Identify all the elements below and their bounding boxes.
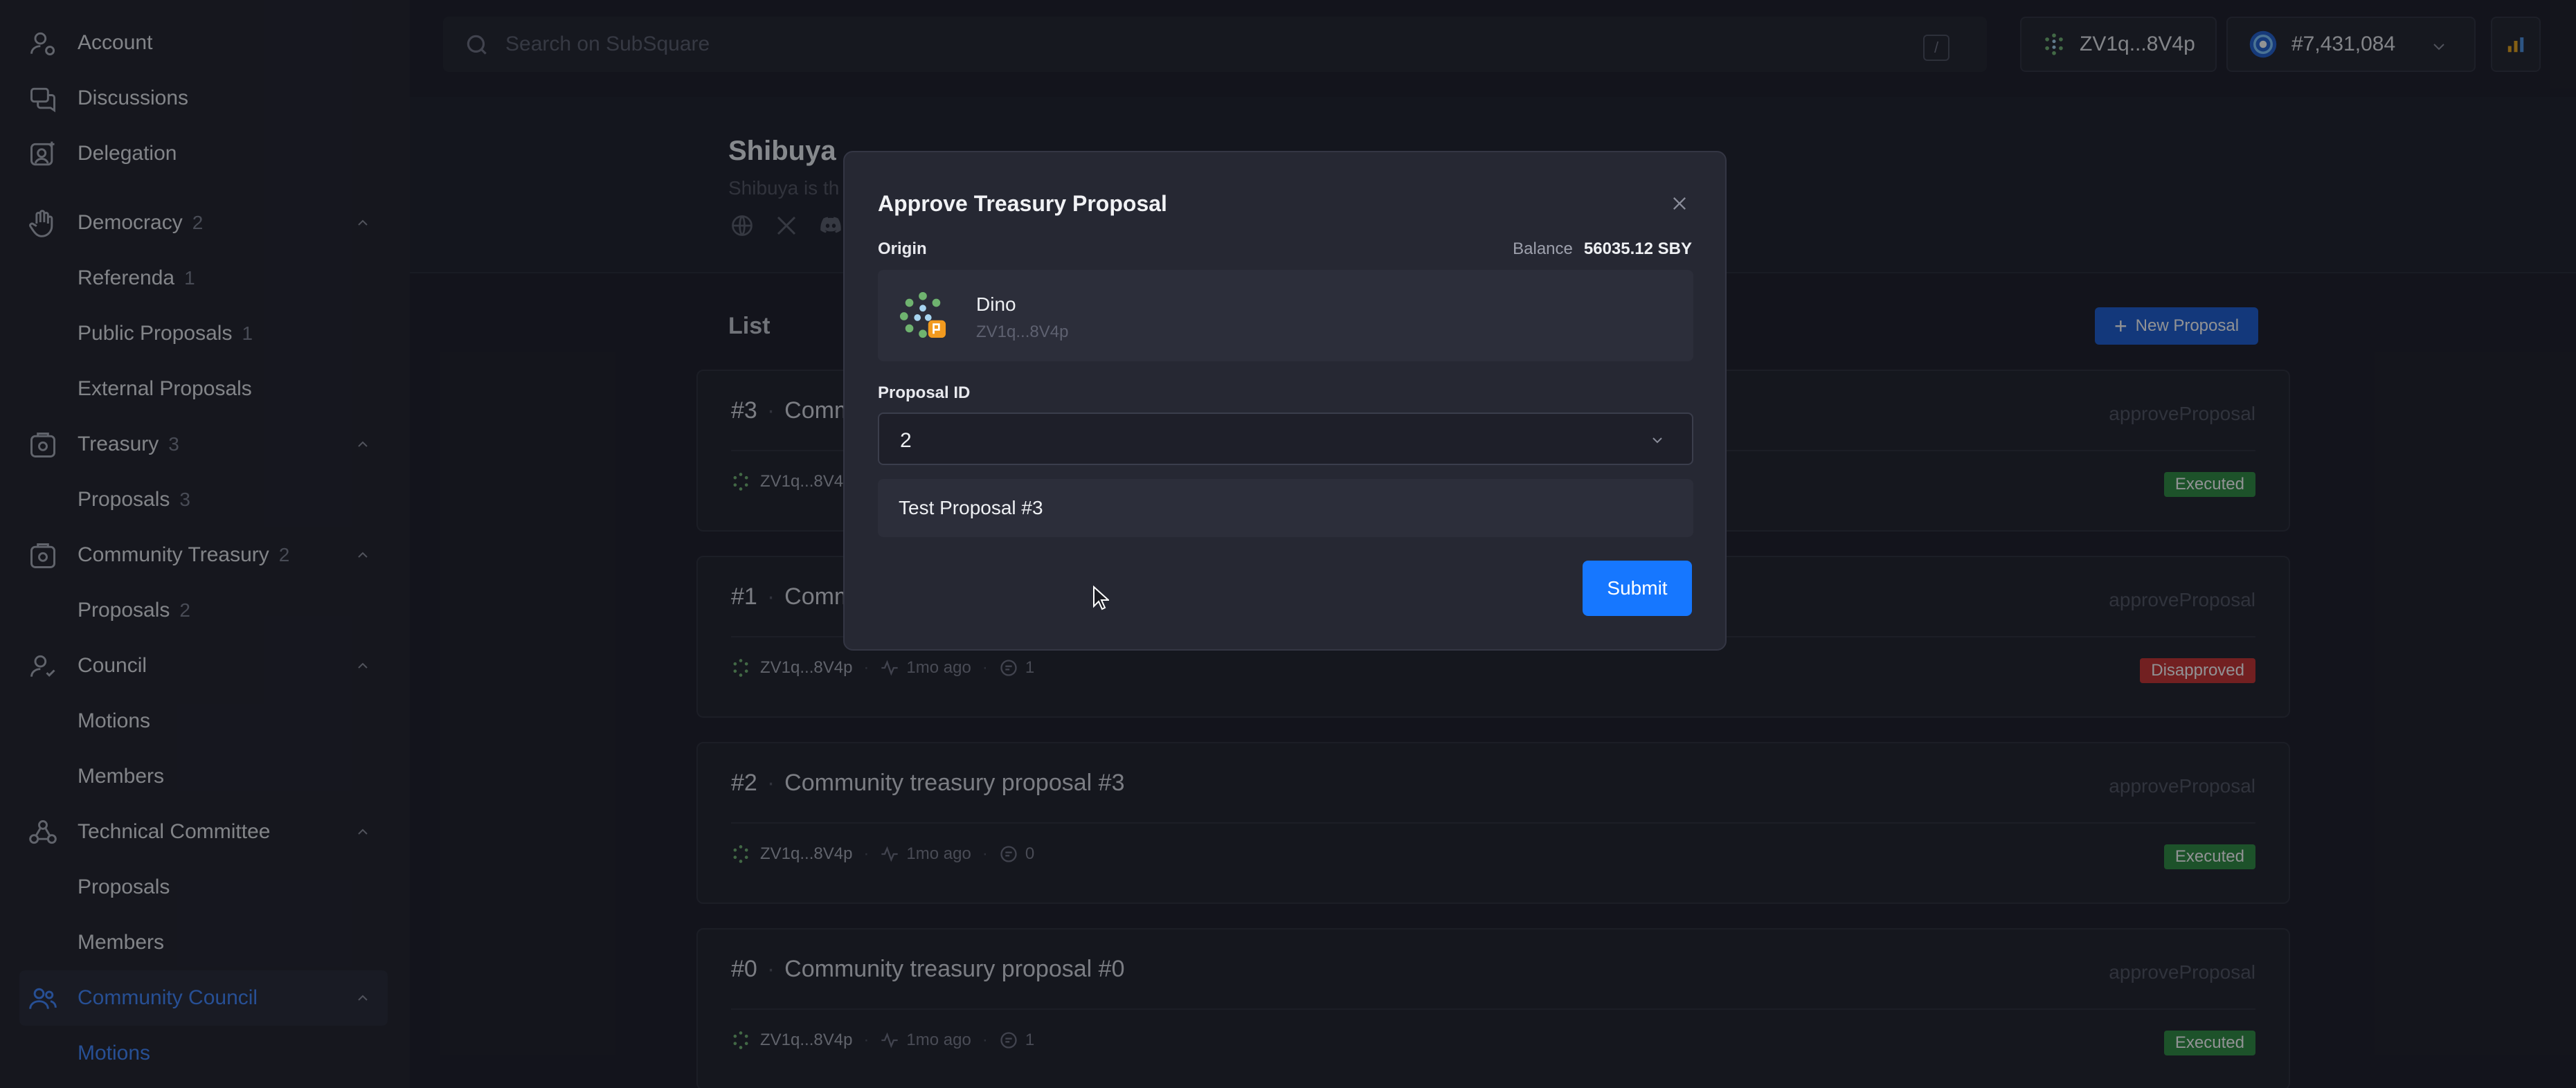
submit-button[interactable]: Submit (1583, 561, 1692, 616)
origin-account: Dino ZV1q...8V4p (878, 270, 1693, 361)
proposal-title-value: Test Proposal #3 (899, 497, 1043, 518)
proposal-id-select[interactable]: 2 (878, 412, 1693, 465)
proposal-id-label: Proposal ID (878, 383, 971, 402)
origin-name: Dino (976, 293, 1016, 315)
proposal-id-value: 2 (900, 429, 912, 452)
balance-label: Balance (1513, 239, 1573, 258)
proposal-title-field: Test Proposal #3 (878, 479, 1693, 537)
origin-label: Origin (878, 239, 927, 258)
chevron-down-icon (1652, 437, 1662, 444)
balance-value: 56035.12 SBY (1583, 239, 1692, 258)
mouse-cursor-icon (1093, 586, 1109, 610)
balance-display: Balance 56035.12 SBY (1513, 239, 1692, 259)
approve-treasury-proposal-modal: Approve Treasury Proposal Origin Balance… (843, 151, 1727, 651)
modal-title: Approve Treasury Proposal (878, 191, 1167, 216)
origin-address: ZV1q...8V4p (976, 323, 1069, 341)
close-icon[interactable] (1670, 194, 1689, 213)
avatar-icon (899, 291, 946, 338)
